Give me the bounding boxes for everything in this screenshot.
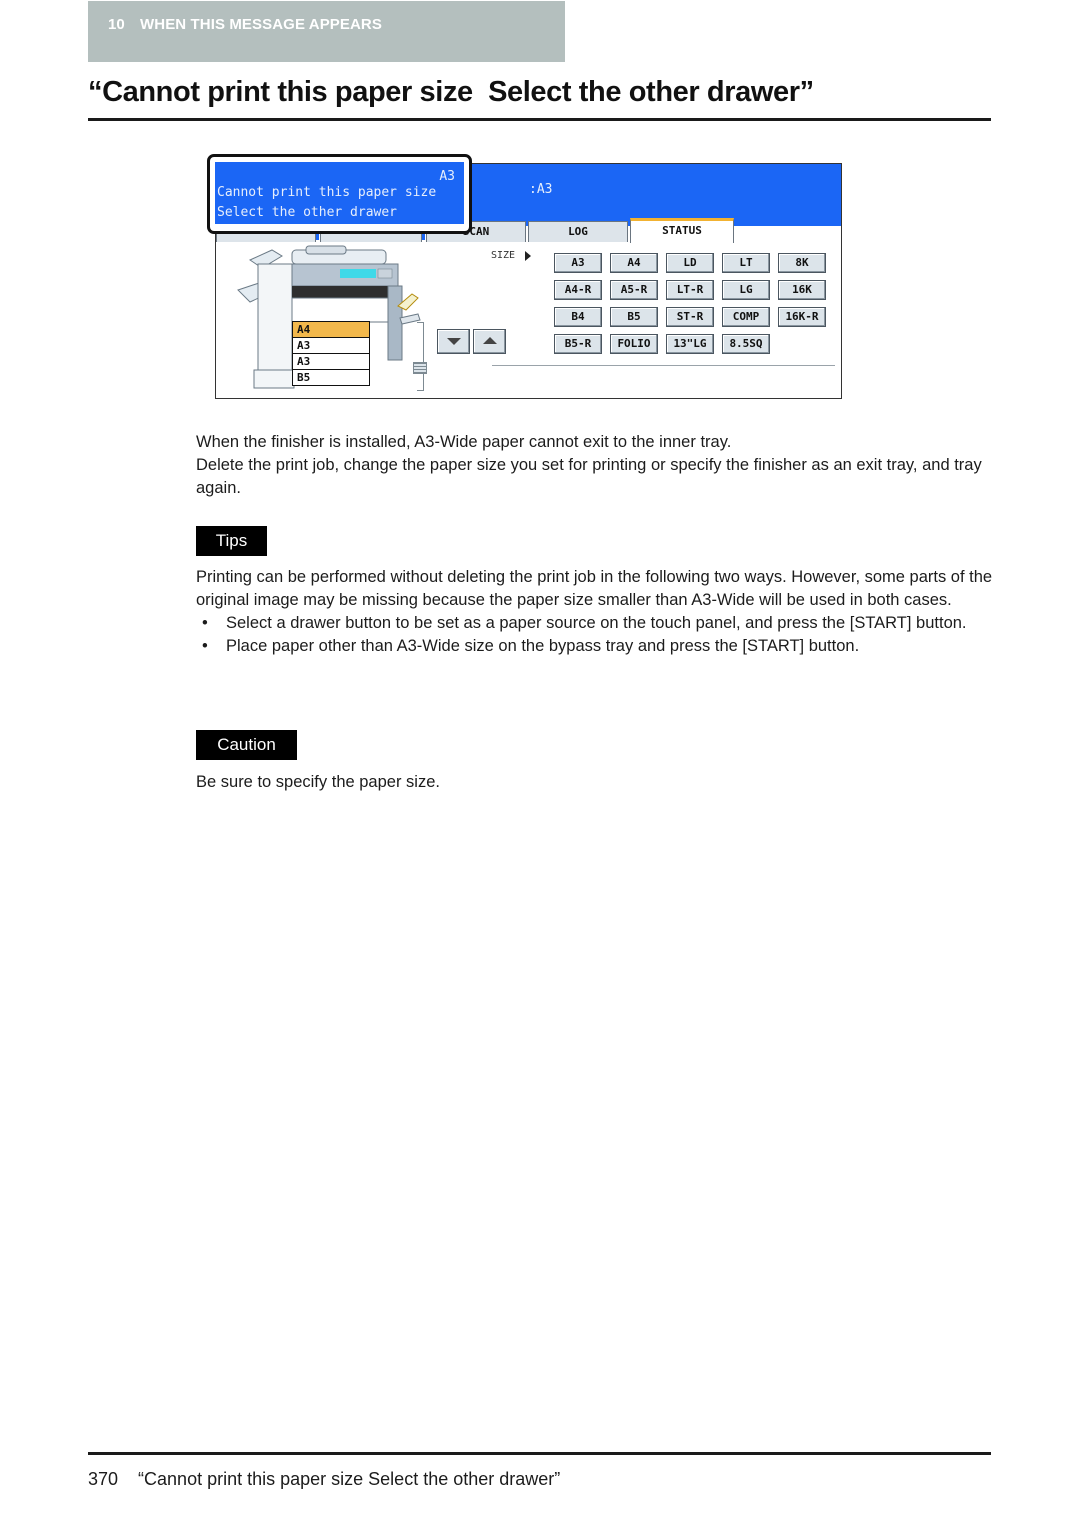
bullet-icon: •: [202, 614, 208, 632]
tips-bullet: • Place paper other than A3-Wide size on…: [196, 635, 996, 658]
size-button[interactable]: 13"LG: [666, 334, 714, 354]
title-divider: [88, 118, 991, 121]
caution-label: Caution: [196, 730, 297, 760]
tab-status[interactable]: STATUS: [630, 218, 734, 243]
size-button[interactable]: B5: [610, 307, 658, 327]
size-button[interactable]: LT: [722, 253, 770, 273]
drawer-1[interactable]: A4: [292, 321, 370, 338]
tips-bullet: • Select a drawer button to be set as a …: [196, 612, 996, 635]
paper-size-readout: :A3: [529, 182, 553, 197]
chapter-title: WHEN THIS MESSAGE APPEARS: [140, 16, 382, 33]
error-message-display: A3 Cannot print this paper size Select t…: [215, 162, 464, 224]
size-button[interactable]: A3: [554, 253, 602, 273]
drawer-4[interactable]: B5: [292, 370, 370, 386]
description-line-2: Delete the print job, change the paper s…: [196, 456, 982, 497]
message-callout: A3 Cannot print this paper size Select t…: [207, 154, 472, 234]
message-paper-code: A3: [439, 169, 455, 184]
size-label: SIZE: [491, 250, 516, 261]
chapter-number: 10: [108, 16, 125, 33]
footer-divider: [88, 1452, 991, 1455]
bypass-bracket: [417, 322, 424, 391]
page-title: “Cannot print this paper size Select the…: [88, 76, 814, 108]
page-footer: 370 “Cannot print this paper size Select …: [88, 1469, 560, 1490]
tips-bullet-text: Select a drawer button to be set as a pa…: [226, 614, 967, 632]
bypass-tray-icon: [413, 362, 427, 374]
page-number: 370: [88, 1469, 119, 1489]
description: When the finisher is installed, A3-Wide …: [196, 431, 996, 500]
finisher-icon: [237, 249, 295, 389]
chapter-header-tab: 10 WHEN THIS MESSAGE APPEARS: [88, 1, 565, 62]
description-line-1: When the finisher is installed, A3-Wide …: [196, 433, 732, 451]
size-button[interactable]: ST-R: [666, 307, 714, 327]
scroll-up-button[interactable]: [473, 329, 506, 354]
tips-label: Tips: [196, 526, 267, 556]
size-button[interactable]: A4-R: [554, 280, 602, 300]
size-button[interactable]: B4: [554, 307, 602, 327]
tips-intro: Printing can be performed without deleti…: [196, 568, 993, 609]
drawer-2[interactable]: A3: [292, 338, 370, 354]
size-button[interactable]: LG: [722, 280, 770, 300]
caution-text: Be sure to specify the paper size.: [196, 773, 440, 791]
size-button[interactable]: A4: [610, 253, 658, 273]
drawer-list: A4 A3 A3 B5: [292, 321, 370, 386]
triangle-up-icon: [483, 337, 497, 344]
size-button[interactable]: A5-R: [610, 280, 658, 300]
size-button[interactable]: 8K: [778, 253, 826, 273]
footer-title: “Cannot print this paper size Select the…: [138, 1469, 561, 1489]
drawer-3[interactable]: A3: [292, 354, 370, 370]
size-button[interactable]: B5-R: [554, 334, 602, 354]
tips-section: Printing can be performed without deleti…: [196, 566, 996, 658]
size-button[interactable]: LD: [666, 253, 714, 273]
message-line-1: Cannot print this paper size: [217, 185, 437, 200]
size-button[interactable]: 16K-R: [778, 307, 826, 327]
size-button[interactable]: 8.5SQ: [722, 334, 770, 354]
message-line-2: Select the other drawer: [217, 205, 398, 220]
bullet-icon: •: [202, 637, 208, 655]
size-button[interactable]: LT-R: [666, 280, 714, 300]
panel-divider: [492, 365, 835, 366]
size-button[interactable]: FOLIO: [610, 334, 658, 354]
tab-log[interactable]: LOG: [528, 221, 628, 242]
size-button[interactable]: COMP: [722, 307, 770, 327]
size-button[interactable]: 16K: [778, 280, 826, 300]
caret-right-icon: [525, 251, 531, 261]
tips-bullet-text: Place paper other than A3-Wide size on t…: [226, 637, 860, 655]
triangle-down-icon: [447, 338, 461, 345]
scroll-down-button[interactable]: [437, 329, 470, 354]
